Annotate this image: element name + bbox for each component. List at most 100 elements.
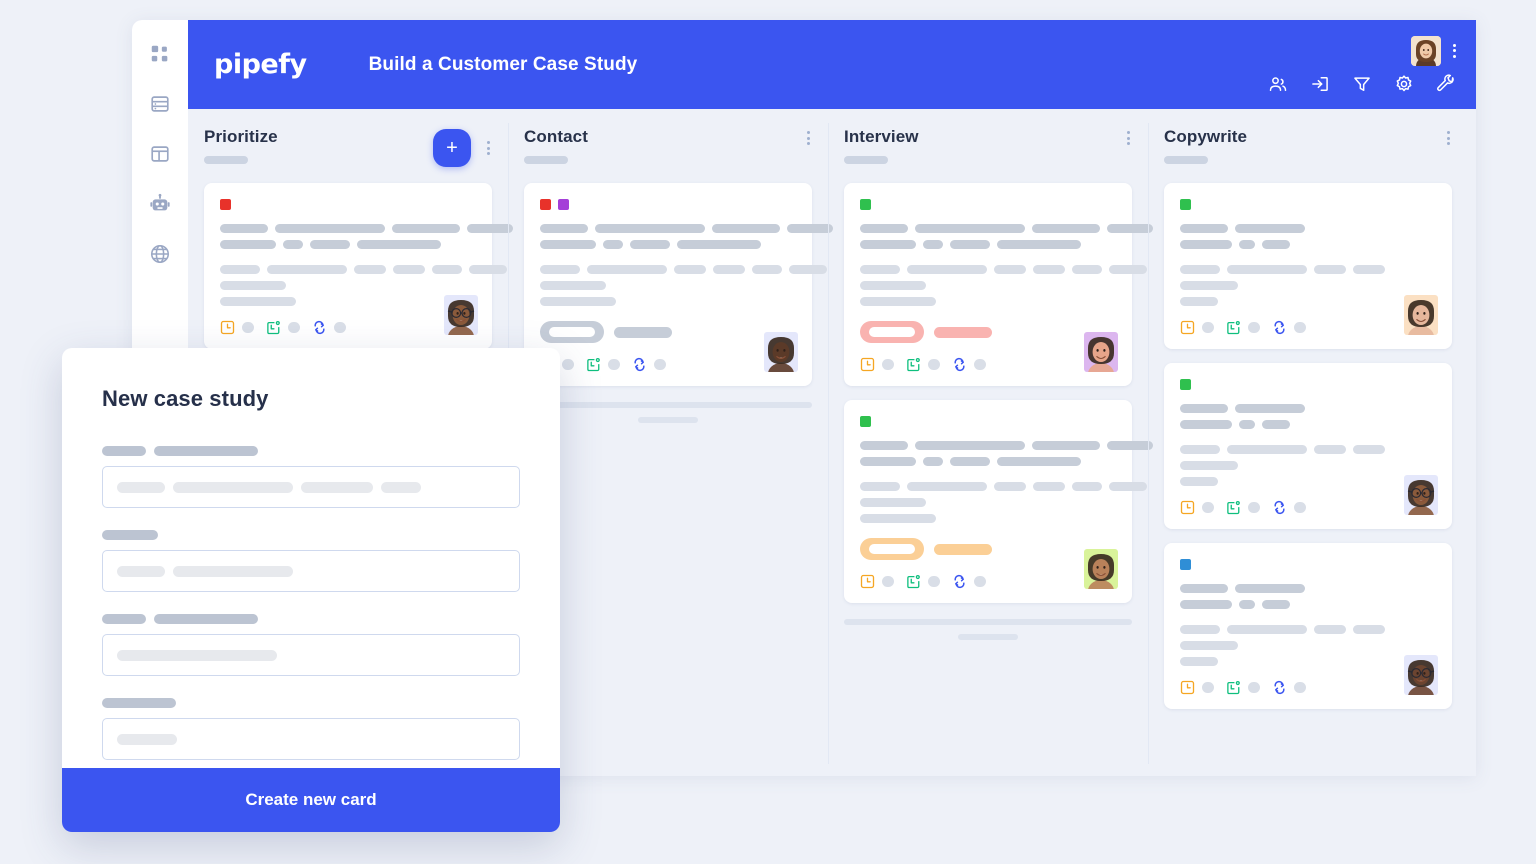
sidebar-item-portal[interactable] [148, 242, 172, 266]
filter-icon[interactable] [1352, 74, 1372, 94]
import-cards-icon[interactable] [1310, 74, 1330, 94]
sidebar-item-database[interactable] [148, 92, 172, 116]
column-kebab-menu[interactable] [1125, 129, 1132, 147]
skeleton-bar [950, 240, 990, 249]
sync-repeat-icon[interactable] [632, 357, 647, 372]
clock-box-icon[interactable] [220, 320, 235, 335]
card-assignee-avatar[interactable] [1404, 655, 1438, 695]
topbar-kebab-menu[interactable] [1451, 42, 1458, 60]
load-more-placeholder [524, 402, 812, 408]
column-subtitle-placeholder [204, 156, 248, 164]
skeleton-row [1180, 420, 1436, 429]
sync-repeat-icon[interactable] [952, 357, 967, 372]
sync-repeat-icon[interactable] [312, 320, 327, 335]
topbar-icon-row [1268, 73, 1456, 94]
skeleton-bar [915, 441, 1025, 450]
column-kebab-menu[interactable] [485, 139, 492, 157]
kanban-card[interactable] [524, 183, 833, 386]
kanban-card[interactable] [844, 183, 1153, 386]
skeleton-bar [1227, 625, 1307, 634]
calendar-plus-icon[interactable] [266, 320, 281, 335]
calendar-plus-icon[interactable] [906, 574, 921, 589]
column-kebab-menu[interactable] [805, 129, 812, 147]
skeleton-bar [587, 265, 667, 274]
calendar-plus-icon[interactable] [906, 357, 921, 372]
skeleton-bar [154, 446, 258, 456]
calendar-plus-icon[interactable] [1226, 680, 1241, 695]
skeleton-bar [1239, 600, 1255, 609]
kanban-card[interactable] [204, 183, 513, 349]
card-meta-placeholder [1248, 682, 1260, 693]
card-assignee-avatar[interactable] [1084, 549, 1118, 589]
skeleton-row [860, 514, 1116, 523]
skeleton-bar [1180, 240, 1232, 249]
page-title: Build a Customer Case Study [368, 53, 638, 75]
form-input[interactable] [102, 550, 520, 592]
avatar[interactable] [1411, 35, 1441, 66]
skeleton-bar [752, 265, 782, 274]
column-subtitle-placeholder [1164, 156, 1208, 164]
card-badge [860, 321, 924, 343]
skeleton-row [860, 482, 1147, 491]
skeleton-bar [392, 224, 460, 233]
column-kebab-menu[interactable] [1445, 129, 1452, 147]
sync-repeat-icon[interactable] [1272, 500, 1287, 515]
members-icon[interactable] [1268, 74, 1288, 94]
skeleton-bar [997, 240, 1081, 249]
clock-box-icon[interactable] [860, 574, 875, 589]
skeleton-bar [1180, 265, 1220, 274]
settings-gear-icon[interactable] [1394, 74, 1414, 94]
kanban-card[interactable] [1164, 183, 1452, 349]
skeleton-row [860, 297, 1116, 306]
card-assignee-avatar[interactable] [764, 332, 798, 372]
skeleton-row [1180, 404, 1436, 413]
kanban-card[interactable] [1164, 543, 1452, 709]
kanban-card[interactable] [1164, 363, 1452, 529]
sync-repeat-icon[interactable] [1272, 320, 1287, 335]
calendar-plus-icon[interactable] [1226, 320, 1241, 335]
wrench-tools-icon[interactable] [1436, 73, 1456, 94]
skeleton-bar [1180, 281, 1238, 290]
skeleton-bar [1235, 224, 1305, 233]
clock-box-icon[interactable] [860, 357, 875, 372]
clock-box-icon[interactable] [1180, 680, 1195, 695]
status-badge [540, 199, 551, 210]
add-card-button[interactable]: + [433, 129, 471, 167]
card-status-chips [540, 199, 796, 210]
database-icon [149, 93, 171, 115]
card-assignee-avatar[interactable] [1404, 475, 1438, 515]
sync-repeat-icon[interactable] [1272, 680, 1287, 695]
sidebar-item-automation[interactable] [148, 192, 172, 216]
sync-repeat-icon[interactable] [952, 574, 967, 589]
load-more-placeholder [638, 417, 698, 423]
skeleton-bar [860, 457, 916, 466]
create-new-card-button[interactable]: Create new card [62, 768, 560, 832]
calendar-plus-icon[interactable] [1226, 500, 1241, 515]
skeleton-bar [860, 281, 926, 290]
form-input[interactable] [102, 466, 520, 508]
card-meta-placeholder [334, 322, 346, 333]
skeleton-bar [674, 265, 706, 274]
skeleton-bar [220, 240, 276, 249]
sidebar-item-layout[interactable] [148, 142, 172, 166]
kanban-card[interactable] [844, 400, 1153, 603]
clock-box-icon[interactable] [1180, 320, 1195, 335]
skeleton-bar [630, 240, 670, 249]
skeleton-row [1180, 224, 1436, 233]
skeleton-row [1180, 461, 1436, 470]
skeleton-bar [173, 481, 293, 493]
sidebar-item-dashboard[interactable] [148, 42, 172, 66]
skeleton-row [220, 240, 476, 249]
clock-box-icon[interactable] [1180, 500, 1195, 515]
form-input[interactable] [102, 634, 520, 676]
card-meta-placeholder [928, 576, 940, 587]
skeleton-bar [117, 565, 165, 577]
form-input[interactable] [102, 718, 520, 760]
card-meta-placeholder [1202, 322, 1214, 333]
card-assignee-avatar[interactable] [1084, 332, 1118, 372]
modal-body: New case study [62, 348, 560, 768]
card-assignee-avatar[interactable] [444, 295, 478, 335]
status-badge [860, 416, 871, 427]
card-assignee-avatar[interactable] [1404, 295, 1438, 335]
calendar-plus-icon[interactable] [586, 357, 601, 372]
